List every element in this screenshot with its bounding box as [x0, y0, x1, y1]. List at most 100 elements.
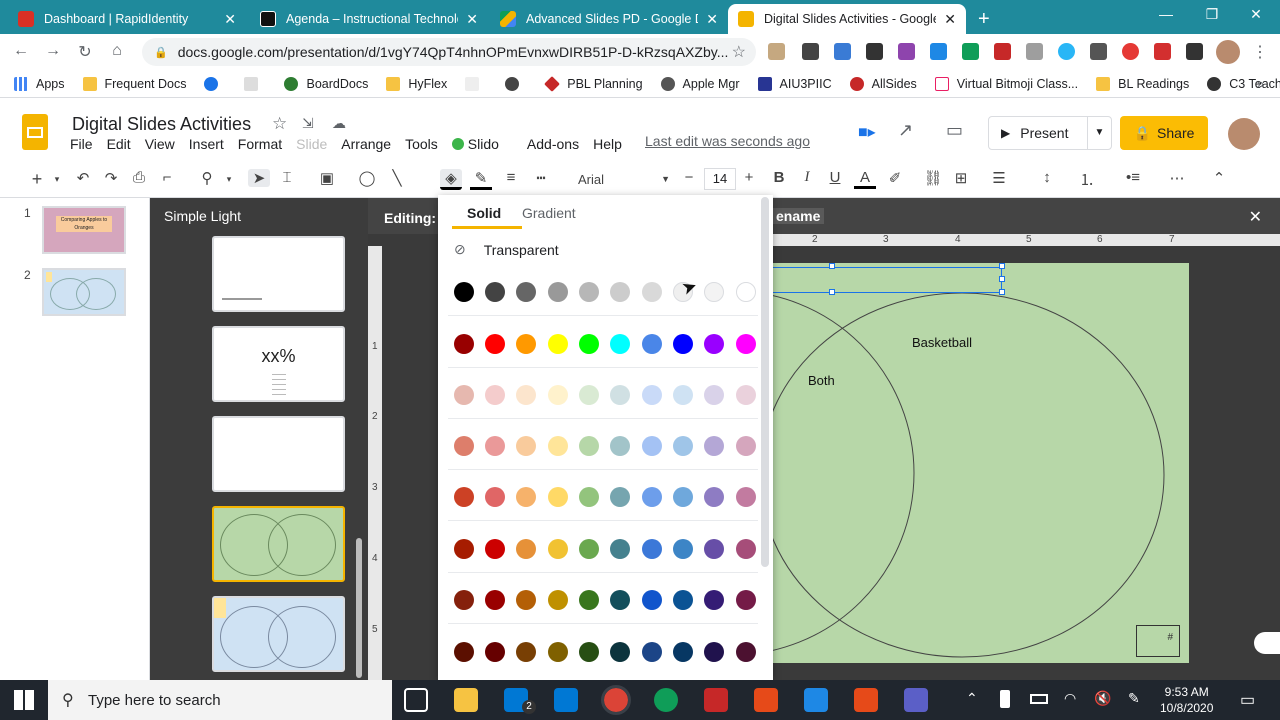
selected-text-box[interactable]: [772, 267, 1002, 293]
gradient-tab[interactable]: Gradient: [522, 205, 576, 221]
color-swatch[interactable]: [673, 487, 693, 507]
volume-muted-icon[interactable]: 🔇: [1094, 690, 1111, 707]
theme-layout-thumb[interactable]: xx%: [212, 326, 345, 402]
color-swatch[interactable]: [579, 385, 599, 405]
bookmark-icon-link[interactable]: [204, 76, 226, 91]
teams-icon[interactable]: [904, 688, 928, 712]
color-swatch[interactable]: [454, 642, 474, 662]
chrome-menu-icon[interactable]: ⋮: [1252, 42, 1268, 62]
bookmark-hyflex[interactable]: HyFlex: [386, 76, 447, 91]
resize-handle[interactable]: [999, 289, 1005, 295]
color-swatch[interactable]: [704, 334, 724, 354]
color-swatch[interactable]: [704, 487, 724, 507]
color-swatch[interactable]: [642, 282, 662, 302]
theme-layout-thumb-selected[interactable]: [212, 506, 345, 582]
color-swatch[interactable]: [485, 539, 505, 559]
app-c-icon[interactable]: [854, 688, 878, 712]
notifications-icon[interactable]: ▭: [1240, 690, 1255, 710]
color-swatch[interactable]: [454, 539, 474, 559]
menu-insert[interactable]: Insert: [189, 136, 224, 152]
color-swatch[interactable]: [642, 590, 662, 610]
border-color-icon[interactable]: ✎: [470, 169, 492, 190]
align-icon[interactable]: ☰: [988, 169, 1010, 187]
menu-file[interactable]: File: [70, 136, 93, 152]
task-view-icon[interactable]: [404, 688, 428, 712]
zoom-icon[interactable]: ⚲: [196, 169, 218, 187]
color-swatch[interactable]: [736, 334, 756, 354]
color-swatch[interactable]: [516, 590, 536, 610]
menu-format[interactable]: Format: [238, 136, 282, 152]
bookmark-pbl-planning[interactable]: PBL Planning: [544, 75, 643, 92]
color-swatch[interactable]: [485, 334, 505, 354]
color-swatch[interactable]: [673, 385, 693, 405]
extension-icon[interactable]: [768, 43, 785, 60]
increase-font-size-icon[interactable]: +: [738, 169, 760, 186]
both-label[interactable]: Both: [808, 373, 835, 388]
border-dash-icon[interactable]: ┅: [530, 169, 552, 187]
redo-icon[interactable]: ↷: [100, 169, 122, 187]
color-swatch[interactable]: [736, 642, 756, 662]
back-arrow-icon[interactable]: ←: [10, 42, 32, 60]
color-swatch[interactable]: [579, 487, 599, 507]
extension-icon[interactable]: [866, 43, 883, 60]
rename-label[interactable]: ename: [772, 208, 825, 224]
browser-tab-advanced-slides[interactable]: Advanced Slides PD - Google Dr ✕: [490, 4, 728, 34]
paint-format-icon[interactable]: ⌐: [156, 169, 178, 186]
color-swatch[interactable]: [673, 539, 693, 559]
menu-view[interactable]: View: [145, 136, 175, 152]
new-tab-button[interactable]: +: [972, 4, 1002, 34]
select-cursor-icon[interactable]: ➤: [248, 169, 270, 187]
bookmark-frequent-docs[interactable]: Frequent Docs: [82, 76, 186, 91]
extension-icon[interactable]: [834, 43, 851, 60]
color-swatch[interactable]: [485, 487, 505, 507]
color-swatch[interactable]: [548, 436, 568, 456]
bookmark-boarddocs[interactable]: BoardDocs: [284, 76, 368, 91]
color-swatch[interactable]: [485, 590, 505, 610]
bookmark-aiu3piic[interactable]: AIU3PIIC: [757, 76, 832, 91]
color-swatch[interactable]: [610, 642, 630, 662]
activity-trend-icon[interactable]: ↗: [898, 120, 913, 141]
color-swatch[interactable]: [704, 642, 724, 662]
slide-thumbnail-2[interactable]: [42, 268, 126, 316]
color-swatch[interactable]: [579, 282, 599, 302]
color-swatch[interactable]: [579, 642, 599, 662]
color-swatch[interactable]: [673, 590, 693, 610]
browser-tab-agenda[interactable]: Agenda – Instructional Technolog ✕: [250, 4, 488, 34]
color-swatch[interactable]: [704, 590, 724, 610]
color-swatch[interactable]: [642, 539, 662, 559]
present-dropdown-icon[interactable]: ▼: [1087, 117, 1111, 149]
color-swatch[interactable]: [454, 590, 474, 610]
browser-tab-digital-slides[interactable]: Digital Slides Activities - Google S ✕: [728, 4, 966, 34]
text-box-icon[interactable]: ⌶: [276, 169, 298, 186]
basketball-label[interactable]: Basketball: [912, 335, 972, 350]
extension-icon[interactable]: [962, 43, 979, 60]
color-swatch[interactable]: [485, 642, 505, 662]
picker-scrollbar[interactable]: [761, 197, 769, 567]
menu-tools[interactable]: Tools: [405, 136, 438, 152]
slide-thumbnail-1[interactable]: Comparing Apples to Oranges: [42, 206, 126, 254]
bookmark-icon-link[interactable]: [465, 76, 487, 91]
color-swatch[interactable]: [516, 436, 536, 456]
color-swatch[interactable]: [736, 282, 756, 302]
solid-tab[interactable]: Solid: [467, 205, 501, 221]
close-tab-icon[interactable]: ✕: [944, 11, 956, 28]
resize-handle[interactable]: [999, 263, 1005, 269]
extension-icon[interactable]: [1058, 43, 1075, 60]
image-icon[interactable]: ▣: [316, 169, 338, 187]
extension-icon[interactable]: [1090, 43, 1107, 60]
file-explorer-icon[interactable]: [454, 688, 478, 712]
print-icon[interactable]: ⎙: [128, 169, 150, 186]
theme-layout-thumb[interactable]: [212, 236, 345, 312]
chrome-profile-icon[interactable]: [654, 688, 678, 712]
color-swatch[interactable]: [642, 334, 662, 354]
color-swatch[interactable]: [485, 282, 505, 302]
font-family-select[interactable]: Arial ▼: [570, 168, 670, 190]
color-swatch[interactable]: [736, 487, 756, 507]
url-bar[interactable]: 🔒 docs.google.com/presentation/d/1vgY74Q…: [142, 38, 756, 66]
star-icon[interactable]: ☆: [272, 114, 287, 134]
color-swatch[interactable]: [516, 539, 536, 559]
color-swatch[interactable]: [516, 642, 536, 662]
last-edit-link[interactable]: Last edit was seconds ago: [645, 133, 810, 149]
close-tab-icon[interactable]: ✕: [466, 11, 478, 28]
share-button[interactable]: 🔒 Share: [1120, 116, 1208, 150]
